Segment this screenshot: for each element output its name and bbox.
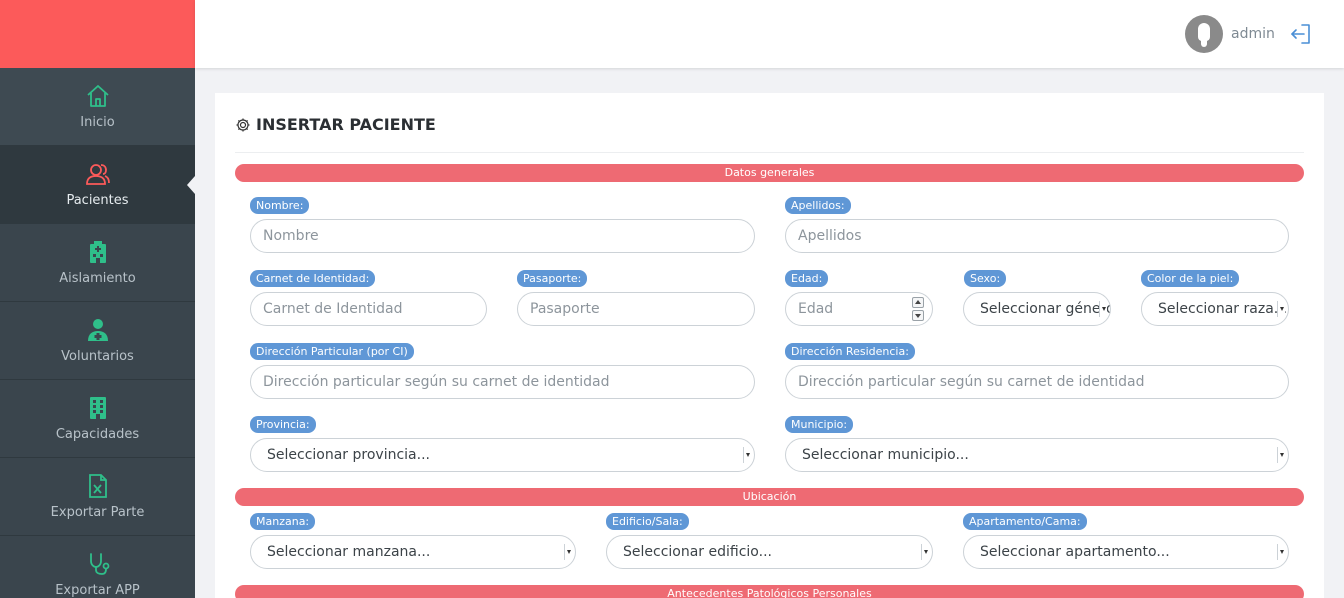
sidebar-item-capacidades[interactable]: Capacidades: [0, 380, 195, 458]
gear-icon: [235, 117, 251, 133]
user-name[interactable]: admin: [1231, 26, 1275, 42]
carnet-input[interactable]: Carnet de Identidad: [250, 292, 487, 326]
edad-stepper[interactable]: [912, 297, 924, 321]
sidebar-item-inicio[interactable]: Inicio: [0, 68, 195, 146]
home-icon: [85, 83, 111, 109]
apellidos-input[interactable]: Apellidos: [785, 219, 1289, 253]
stepper-down-icon[interactable]: [912, 310, 924, 321]
label-apartamento: Apartamento/Cama:: [963, 513, 1087, 530]
section-ubicacion: Ubicación: [235, 488, 1304, 506]
sidebar-item-aislamiento[interactable]: Aislamiento: [0, 224, 195, 302]
brand-logo-area: [0, 0, 195, 68]
patient-form-card: INSERTAR PACIENTE Datos generales Nombre…: [215, 93, 1324, 598]
edad-input[interactable]: Edad: [785, 292, 933, 326]
label-apellidos: Apellidos:: [785, 197, 851, 214]
label-color-piel: Color de la piel:: [1141, 270, 1240, 287]
stethoscope-icon: [85, 551, 111, 577]
label-dir-particular: Dirección Particular (por CI): [250, 343, 414, 360]
logout-icon[interactable]: [1288, 22, 1312, 46]
sidebar-item-voluntarios[interactable]: Voluntarios: [0, 302, 195, 380]
manzana-select[interactable]: Seleccionar manzana...: [250, 535, 576, 569]
pasaporte-input[interactable]: Pasaporte: [517, 292, 755, 326]
apartamento-value: Seleccionar apartamento...: [980, 544, 1170, 560]
sidebar-item-exportar-parte[interactable]: Exportar Parte: [0, 458, 195, 536]
stepper-up-icon[interactable]: [912, 297, 924, 308]
section-datos-generales: Datos generales: [235, 164, 1304, 182]
sidebar-item-label: Exportar APP: [55, 583, 140, 598]
top-bar: admin: [195, 0, 1344, 68]
edificio-select[interactable]: Seleccionar edificio...: [606, 535, 933, 569]
building-icon: [85, 395, 111, 421]
avatar[interactable]: [1185, 15, 1223, 53]
label-manzana: Manzana:: [250, 513, 316, 530]
chevron-down-icon: [1277, 544, 1285, 560]
label-dir-residencia: Dirección Residencia:: [785, 343, 915, 360]
label-nombre: Nombre:: [250, 197, 310, 214]
label-sexo: Sexo:: [964, 270, 1007, 287]
sidebar-item-label: Pacientes: [66, 193, 129, 208]
sidebar: Inicio Pacientes Aislamiento Voluntarios…: [0, 68, 195, 598]
chevron-down-icon: [743, 447, 751, 463]
chevron-down-icon: [1099, 301, 1107, 317]
label-carnet: Carnet de Identidad:: [250, 270, 376, 287]
sexo-select[interactable]: Seleccionar género...: [963, 292, 1111, 326]
chevron-down-icon: [1277, 301, 1285, 317]
dir-particular-input[interactable]: Dirección particular según su carnet de …: [250, 365, 755, 399]
label-edad: Edad:: [785, 270, 829, 287]
page-title-text: INSERTAR PACIENTE: [256, 115, 436, 134]
label-municipio: Municipio:: [785, 416, 854, 433]
nombre-input[interactable]: Nombre: [250, 219, 755, 253]
chevron-down-icon: [564, 544, 572, 560]
apartamento-select[interactable]: Seleccionar apartamento...: [963, 535, 1289, 569]
sidebar-item-exportar-app[interactable]: Exportar APP: [0, 536, 195, 598]
edificio-value: Seleccionar edificio...: [623, 544, 772, 560]
sidebar-item-label: Exportar Parte: [50, 505, 145, 520]
sidebar-item-label: Inicio: [80, 115, 115, 130]
label-edificio: Edificio/Sala:: [606, 513, 689, 530]
divider: [235, 152, 1304, 153]
section-antecedentes: Antecedentes Patológicos Personales: [235, 585, 1304, 598]
municipio-value: Seleccionar municipio...: [802, 447, 969, 463]
sexo-value: Seleccionar género...: [980, 301, 1110, 317]
label-provincia: Provincia:: [250, 416, 316, 433]
avatar-neck-shape: [1201, 39, 1207, 47]
color-piel-value: Seleccionar raza...: [1158, 301, 1288, 317]
municipio-select[interactable]: Seleccionar municipio...: [785, 438, 1289, 472]
excel-file-icon: [85, 473, 111, 499]
chevron-down-icon: [1277, 447, 1285, 463]
patients-icon: [85, 161, 111, 187]
sidebar-item-label: Aislamiento: [59, 271, 136, 286]
page-title: INSERTAR PACIENTE: [235, 115, 436, 134]
manzana-value: Seleccionar manzana...: [267, 544, 431, 560]
label-pasaporte: Pasaporte:: [517, 270, 588, 287]
volunteer-icon: [85, 317, 111, 343]
hospital-icon: [85, 239, 111, 265]
edad-placeholder: Edad: [798, 301, 834, 317]
sidebar-item-label: Capacidades: [55, 427, 140, 442]
dir-residencia-input[interactable]: Dirección particular según su carnet de …: [785, 365, 1289, 399]
sidebar-item-label: Voluntarios: [61, 349, 134, 364]
provincia-select[interactable]: Seleccionar provincia...: [250, 438, 755, 472]
color-piel-select[interactable]: Seleccionar raza...: [1141, 292, 1289, 326]
provincia-value: Seleccionar provincia...: [267, 447, 430, 463]
chevron-down-icon: [921, 544, 929, 560]
sidebar-item-pacientes[interactable]: Pacientes: [0, 146, 195, 224]
